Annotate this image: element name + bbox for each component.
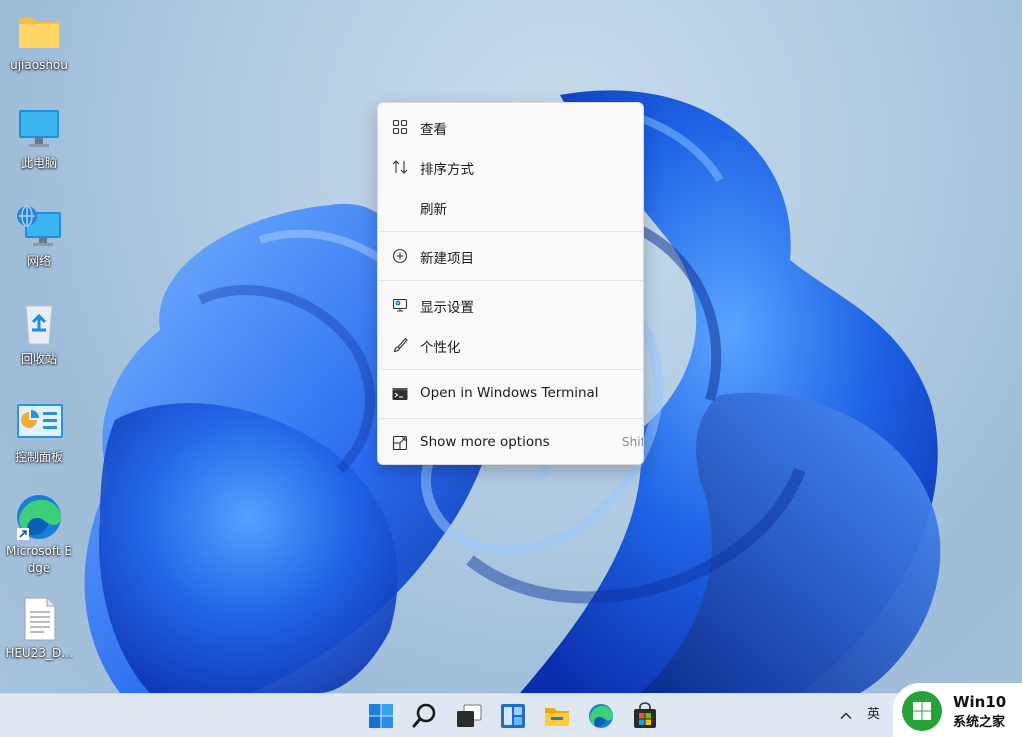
chevron-up-icon[interactable]: [838, 708, 854, 724]
menu-item-label: 显示设置: [420, 300, 474, 316]
desktop-icon-heu23-document[interactable]: HEU23_D...: [4, 596, 74, 662]
new-item-plus-icon: [392, 248, 408, 264]
recycle-bin-icon: [15, 302, 63, 348]
menu-item-display-settings[interactable]: 显示设置: [378, 285, 643, 325]
desktop-icon-ujiaoshou[interactable]: ujiaoshou: [4, 8, 74, 74]
menu-item-label: 刷新: [420, 202, 447, 218]
watermark-subtitle: 系统之家: [953, 715, 1006, 730]
menu-item-new[interactable]: 新建项目: [378, 236, 643, 276]
menu-item-view[interactable]: 查看: [378, 107, 643, 147]
menu-item-label: Open in Windows Terminal: [420, 385, 599, 401]
menu-separator: [378, 280, 643, 281]
menu-item-refresh[interactable]: 刷新: [378, 187, 643, 227]
menu-item-label: Show more options: [420, 434, 550, 450]
windows-logo-icon: [902, 691, 942, 731]
desktop-icon-network[interactable]: 网络: [4, 204, 74, 270]
desktop-context-menu: 查看 排序方式 刷新 新建项目 显示设置 个性化 Open in Windows…: [377, 102, 644, 465]
search-icon[interactable]: [411, 702, 439, 730]
task-view-icon[interactable]: [455, 702, 483, 730]
menu-item-label: 新建项目: [420, 251, 474, 267]
show-more-options-icon: [392, 435, 408, 451]
display-settings-icon: [392, 298, 408, 312]
terminal-icon: [392, 388, 408, 400]
file-explorer-icon[interactable]: [543, 702, 571, 730]
widgets-icon[interactable]: [499, 702, 527, 730]
edge-icon[interactable]: [587, 702, 615, 730]
watermark-title: Win10: [953, 693, 1007, 711]
sort-icon: [392, 160, 408, 174]
menu-item-shortcut: Shift: [622, 435, 643, 449]
desktop-icon-microsoft-edge[interactable]: Microsoft Edge: [4, 494, 74, 577]
start-icon[interactable]: [367, 702, 395, 730]
folder-icon: [15, 8, 63, 54]
document-icon: [15, 596, 63, 642]
menu-separator: [378, 369, 643, 370]
control-panel-icon: [15, 400, 63, 446]
menu-item-label: 查看: [420, 122, 447, 138]
menu-item-sort-by[interactable]: 排序方式: [378, 147, 643, 187]
taskbar: 英: [0, 693, 1022, 737]
menu-item-personalize[interactable]: 个性化: [378, 325, 643, 365]
edge-icon: [15, 494, 63, 540]
menu-item-label: 排序方式: [420, 162, 474, 178]
view-grid-icon: [392, 119, 408, 135]
menu-item-open-in-terminal[interactable]: Open in Windows Terminal: [378, 374, 643, 414]
menu-separator: [378, 418, 643, 419]
personalize-brush-icon: [393, 337, 408, 353]
desktop-icon-this-pc[interactable]: 此电脑: [4, 106, 74, 172]
menu-item-show-more-options[interactable]: Show more options Shift: [378, 423, 643, 463]
menu-item-label: 个性化: [420, 340, 461, 356]
network-icon: [15, 204, 63, 250]
desktop-icon-control-panel[interactable]: 控制面板: [4, 400, 74, 466]
desktop-icon-recycle-bin[interactable]: 回收站: [4, 302, 74, 368]
watermark-logo: Win10 系统之家: [893, 683, 1022, 737]
computer-icon: [15, 106, 63, 152]
ime-language-indicator[interactable]: 英: [867, 703, 880, 722]
menu-separator: [378, 231, 643, 232]
store-icon[interactable]: [631, 702, 659, 730]
